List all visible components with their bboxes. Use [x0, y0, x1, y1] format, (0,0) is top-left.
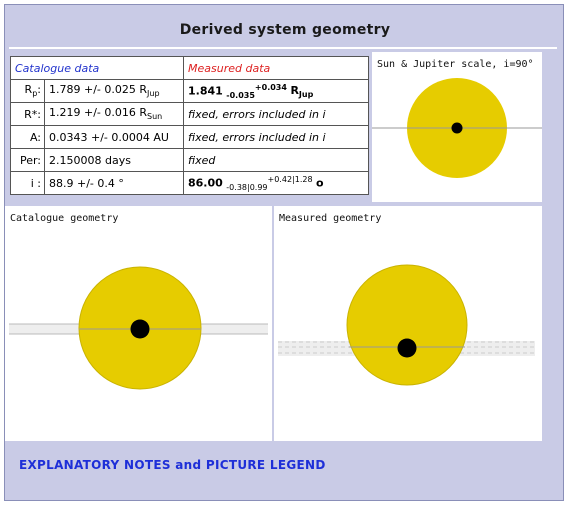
measured-geometry-diagram: [278, 264, 535, 386]
catalogue-value: 1.789 +/- 0.025 RJup: [44, 79, 184, 103]
jupiter-disk: [451, 122, 463, 134]
row-label: R*:: [10, 102, 45, 126]
table-row: Per: 2.150008 days fixed: [10, 148, 369, 172]
measured-value: fixed, errors included in i: [183, 102, 369, 126]
page-title: Derived system geometry: [179, 22, 391, 38]
table-row: R*: 1.219 +/- 0.016 RSun fixed, errors i…: [10, 102, 369, 126]
header-measured: Measured data: [183, 56, 369, 80]
header-catalogue: Catalogue data: [10, 56, 184, 80]
table-row: Rp: 1.789 +/- 0.025 RJup 1.841 -0.035+0.…: [10, 79, 369, 103]
catalogue-value: 88.9 +/- 0.4 °: [44, 171, 184, 195]
catalogue-geometry-diagram: [9, 266, 268, 390]
star-disk: [346, 264, 468, 386]
row-label: A:: [10, 125, 45, 149]
row-label: i :: [10, 171, 45, 195]
planet-disk: [130, 319, 150, 339]
measured-value: fixed: [183, 148, 369, 172]
measured-value: 1.841 -0.035+0.034 RJup: [183, 79, 369, 103]
explanatory-notes-link[interactable]: EXPLANATORY NOTES and PICTURE LEGEND: [19, 458, 326, 472]
title-divider: [9, 47, 557, 49]
scale-panel: Sun & Jupiter scale, i=90°: [372, 52, 542, 202]
scale-diagram: [372, 78, 542, 178]
parameters-table: Catalogue data Measured data Rp: 1.789 +…: [10, 56, 369, 195]
measured-value: 86.00 -0.38|0.99+0.42|1.28 o: [183, 171, 369, 195]
table-row: i : 88.9 +/- 0.4 ° 86.00 -0.38|0.99+0.42…: [10, 171, 369, 195]
catalogue-value: 2.150008 days: [44, 148, 184, 172]
planet-disk: [397, 338, 417, 358]
catalogue-value: 1.219 +/- 0.016 RSun: [44, 102, 184, 126]
table-row: A: 0.0343 +/- 0.0004 AU fixed, errors in…: [10, 125, 369, 149]
table-header-row: Catalogue data Measured data: [10, 56, 369, 80]
measured-geometry-panel: Measured geometry: [274, 206, 542, 441]
row-label: Per:: [10, 148, 45, 172]
catalogue-geometry-panel: Catalogue geometry: [5, 206, 272, 441]
row-label: Rp:: [10, 79, 45, 103]
measured-value: fixed, errors included in i: [183, 125, 369, 149]
catalogue-value: 0.0343 +/- 0.0004 AU: [44, 125, 184, 149]
geometry-panel: Derived system geometry Catalogue data M…: [4, 4, 564, 501]
